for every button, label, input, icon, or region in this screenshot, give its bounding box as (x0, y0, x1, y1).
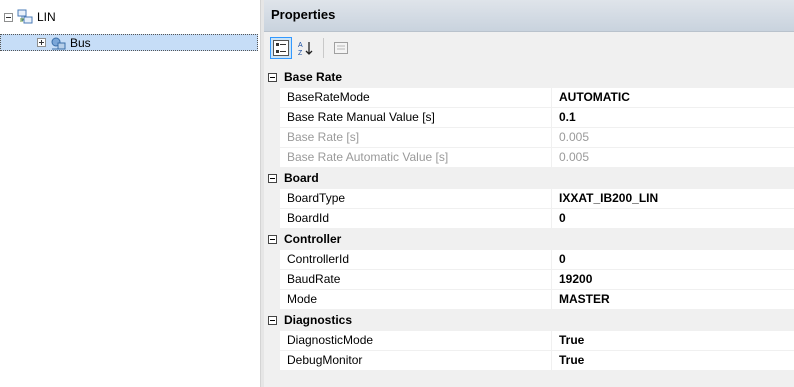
property-row[interactable]: BaudRate 19200 (264, 270, 794, 290)
row-gutter (264, 270, 280, 289)
properties-panel: Properties A Z Base Rate BaseRateMode AU… (264, 0, 794, 387)
tree-label-bus: Bus (70, 35, 91, 50)
property-name: BaseRateMode (280, 88, 552, 107)
tree-label-lin: LIN (37, 10, 56, 24)
collapse-icon[interactable] (268, 315, 277, 325)
property-name: Base Rate Manual Value [s] (280, 108, 552, 127)
property-value[interactable]: MASTER (552, 290, 794, 309)
category-name: Board (284, 171, 319, 185)
app-window: LIN Bus Properties A Z Base Rate BaseRat… (0, 0, 794, 387)
property-name: BoardType (280, 189, 552, 208)
tree-panel: LIN Bus (0, 0, 260, 387)
property-value: 0.005 (559, 150, 590, 164)
property-value[interactable]: 0.1 (552, 108, 794, 127)
collapse-icon[interactable] (268, 173, 277, 183)
property-pages-icon (334, 42, 348, 54)
row-gutter (264, 88, 280, 107)
row-gutter (264, 351, 280, 370)
property-row[interactable]: Mode MASTER (264, 290, 794, 310)
row-gutter (264, 331, 280, 350)
svg-text:A: A (298, 42, 303, 49)
property-row[interactable]: Base Rate [s] 0.005 (264, 128, 794, 148)
property-row[interactable]: BaseRateMode AUTOMATIC (264, 88, 794, 108)
property-value[interactable]: AUTOMATIC (552, 88, 794, 107)
category-row[interactable]: Base Rate (264, 67, 794, 88)
property-value[interactable]: IXXAT_IB200_LIN (552, 189, 794, 208)
property-name: Base Rate [s] (280, 128, 552, 147)
property-value[interactable]: 0 (552, 209, 794, 228)
property-row[interactable]: DiagnosticMode True (264, 331, 794, 351)
collapse-icon[interactable] (268, 72, 277, 82)
category-name: Controller (284, 232, 342, 246)
property-name: Base Rate Automatic Value [s] (280, 148, 552, 167)
property-pages-button[interactable] (330, 37, 352, 59)
row-gutter (264, 250, 280, 269)
property-value[interactable]: 0 (552, 250, 794, 269)
alphabetical-button[interactable]: A Z (295, 37, 317, 59)
row-gutter (264, 209, 280, 228)
property-value[interactable]: 19200 (552, 270, 794, 289)
category-name: Base Rate (284, 70, 343, 84)
expand-icon[interactable] (37, 38, 46, 47)
categorized-button[interactable] (270, 37, 292, 59)
collapse-icon[interactable] (4, 12, 13, 22)
categorized-view-icon (273, 40, 289, 56)
property-name: Mode (280, 290, 552, 309)
category-name: Diagnostics (284, 313, 353, 327)
row-gutter (264, 189, 280, 208)
svg-text:Z: Z (298, 50, 303, 56)
category-row[interactable]: Diagnostics (264, 310, 794, 331)
property-name: BaudRate (280, 270, 552, 289)
tree-node-lin[interactable]: LIN (4, 8, 56, 26)
property-value[interactable]: True (552, 351, 794, 370)
property-row[interactable]: Base Rate Manual Value [s] 0.1 (264, 108, 794, 128)
alphabetical-sort-icon: A Z (298, 42, 313, 56)
property-row[interactable]: BoardId 0 (264, 209, 794, 229)
property-name: DebugMonitor (280, 351, 552, 370)
property-name: ControllerId (280, 250, 552, 269)
properties-title: Properties (264, 0, 794, 32)
property-name: DiagnosticMode (280, 331, 552, 350)
property-name: BoardId (280, 209, 552, 228)
row-gutter (264, 290, 280, 309)
row-gutter (264, 148, 280, 167)
properties-toolbar: A Z (264, 32, 794, 64)
property-value[interactable]: True (552, 331, 794, 350)
property-value: 0.005 (559, 130, 590, 144)
toolbar-separator (323, 38, 324, 58)
bus-icon (51, 37, 66, 49)
property-row[interactable]: DebugMonitor True (264, 351, 794, 371)
collapse-icon[interactable] (268, 234, 277, 244)
row-gutter (264, 128, 280, 147)
property-row[interactable]: BoardType IXXAT_IB200_LIN (264, 189, 794, 209)
category-row[interactable]: Board (264, 168, 794, 189)
property-grid: Base Rate BaseRateMode AUTOMATIC Base Rate … (264, 67, 794, 371)
category-row[interactable]: Controller (264, 229, 794, 250)
property-row[interactable]: ControllerId 0 (264, 250, 794, 270)
network-icon (17, 9, 33, 24)
row-gutter (264, 108, 280, 127)
tree-node-bus[interactable]: Bus (0, 34, 258, 51)
property-row[interactable]: Base Rate Automatic Value [s] 0.005 (264, 148, 794, 168)
